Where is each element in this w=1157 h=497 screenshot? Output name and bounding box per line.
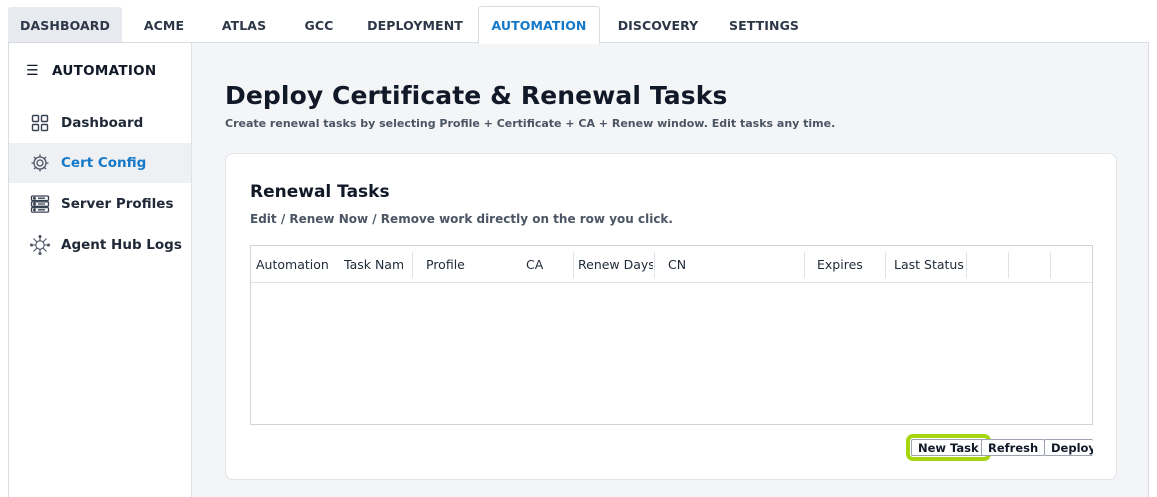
- tab-gcc[interactable]: GCC: [284, 7, 354, 43]
- tab-discovery[interactable]: DISCOVERY: [602, 7, 714, 43]
- tab-deployment[interactable]: DEPLOYMENT: [354, 7, 476, 43]
- page-subtitle: Create renewal tasks by selecting Profil…: [225, 117, 836, 130]
- tab-settings[interactable]: SETTINGS: [714, 7, 814, 43]
- sidebar: ☰ AUTOMATION Dashboard Cert Config Serve…: [9, 43, 192, 497]
- column-separator[interactable]: [804, 252, 805, 278]
- page-title: Deploy Certificate & Renewal Tasks: [225, 81, 728, 110]
- column-header-expires[interactable]: Expires: [817, 246, 877, 283]
- renewal-tasks-table[interactable]: Automation Task Nam Profile CA Renew Day…: [250, 245, 1093, 425]
- renewal-tasks-card: Renewal Tasks Edit / Renew Now / Remove …: [225, 153, 1117, 480]
- column-header-ca[interactable]: CA: [526, 246, 566, 283]
- column-header-automation[interactable]: Automation: [256, 246, 334, 283]
- column-separator[interactable]: [885, 252, 886, 278]
- top-tab-bar: DASHBOARD ACME ATLAS GCC DEPLOYMENT AUTO…: [0, 0, 1157, 44]
- sidebar-item-cert-config[interactable]: Cert Config: [9, 143, 191, 183]
- refresh-button[interactable]: Refresh: [981, 439, 1046, 456]
- column-separator[interactable]: [966, 252, 967, 278]
- app-frame: ☰ AUTOMATION Dashboard Cert Config Serve…: [8, 43, 1149, 497]
- column-header-task-name[interactable]: Task Nam: [344, 246, 403, 283]
- hamburger-icon[interactable]: ☰: [26, 63, 52, 79]
- tab-atlas[interactable]: ATLAS: [204, 7, 284, 43]
- column-separator[interactable]: [654, 252, 655, 278]
- card-title: Renewal Tasks: [250, 182, 390, 202]
- gear-icon: [30, 153, 50, 173]
- tab-dashboard[interactable]: DASHBOARD: [8, 7, 122, 43]
- deploy-button[interactable]: Deploy: [1044, 439, 1093, 456]
- card-subtitle: Edit / Renew Now / Remove work directly …: [250, 212, 673, 226]
- column-separator[interactable]: [1008, 252, 1009, 278]
- tab-automation[interactable]: AUTOMATION: [478, 6, 600, 44]
- column-separator[interactable]: [412, 252, 413, 278]
- sidebar-item-label: Server Profiles: [61, 196, 174, 212]
- grid-icon: [30, 113, 50, 133]
- sidebar-item-agent-hub-logs[interactable]: Agent Hub Logs: [9, 225, 191, 265]
- sidebar-item-label: Agent Hub Logs: [61, 237, 182, 253]
- column-header-profile[interactable]: Profile: [426, 246, 506, 283]
- sidebar-header: ☰ AUTOMATION: [26, 63, 157, 79]
- tab-acme[interactable]: ACME: [124, 7, 204, 43]
- sidebar-item-server-profiles[interactable]: Server Profiles: [9, 184, 191, 224]
- column-header-cn[interactable]: CN: [668, 246, 728, 283]
- main-content: Deploy Certificate & Renewal Tasks Creat…: [192, 43, 1149, 497]
- column-separator[interactable]: [573, 252, 574, 278]
- sidebar-item-dashboard[interactable]: Dashboard: [9, 103, 191, 143]
- column-header-last-status[interactable]: Last Status: [894, 246, 969, 283]
- server-icon: [30, 194, 50, 214]
- column-separator[interactable]: [1050, 252, 1051, 278]
- sidebar-item-label: Dashboard: [61, 115, 144, 131]
- column-header-renew-days[interactable]: Renew Days: [578, 246, 653, 283]
- sidebar-item-label: Cert Config: [61, 155, 147, 171]
- api-network-icon: [30, 235, 50, 255]
- table-header: Automation Task Nam Profile CA Renew Day…: [251, 246, 1092, 283]
- sidebar-title: AUTOMATION: [52, 63, 157, 79]
- new-task-button[interactable]: New Task: [906, 434, 991, 461]
